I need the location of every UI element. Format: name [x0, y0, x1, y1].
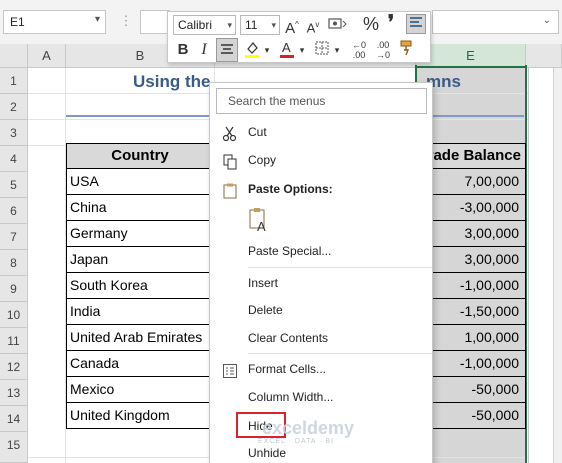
menu-item-label: Format Cells...: [248, 362, 327, 376]
bold-icon[interactable]: B: [174, 40, 192, 60]
row-header-6[interactable]: 6: [0, 198, 28, 224]
wrap-text-icon[interactable]: [406, 14, 426, 34]
chevron-down-icon[interactable]: ▾: [297, 40, 307, 60]
font-color-icon[interactable]: A: [278, 40, 296, 60]
context-menu: Search the menus Cut Copy Paste Options:…: [209, 82, 433, 463]
menu-item-paste-special[interactable]: Paste Special...: [210, 238, 432, 264]
menu-item-label: Clear Contents: [248, 331, 329, 345]
country-cell[interactable]: Mexico: [66, 377, 214, 403]
menu-item-copy[interactable]: Copy: [210, 147, 432, 173]
formula-input[interactable]: ⌄: [432, 10, 559, 34]
country-cell[interactable]: USA: [66, 169, 214, 195]
row-header-15[interactable]: 15: [0, 432, 28, 463]
chevron-down-icon[interactable]: ▾: [95, 14, 100, 25]
row-header-8[interactable]: 8: [0, 250, 28, 276]
font-size-value: 11: [245, 18, 258, 32]
font-name-box[interactable]: Calibri ▾: [173, 15, 236, 35]
country-cell[interactable]: South Korea: [66, 273, 214, 299]
svg-text:A: A: [257, 219, 266, 233]
copy-icon: [222, 153, 238, 170]
paste-options-label: Paste Options:: [248, 182, 333, 196]
fx-button[interactable]: [140, 10, 170, 34]
scissors-icon: [222, 125, 238, 142]
paste-button[interactable]: A: [210, 205, 432, 235]
italic-icon[interactable]: I: [196, 40, 212, 60]
comma-style-icon[interactable]: ❜: [384, 13, 398, 33]
search-menus-placeholder: Search the menus: [228, 94, 326, 108]
row-header-2[interactable]: 2: [0, 94, 28, 120]
format-painter-icon[interactable]: [397, 40, 415, 60]
row-header-11[interactable]: 11: [0, 328, 28, 354]
menu-item-label: Delete: [248, 303, 283, 317]
menu-separator: [248, 267, 432, 268]
column-header-blank: [526, 44, 562, 68]
chevron-down-icon[interactable]: ▾: [332, 40, 342, 60]
row-header-13[interactable]: 13: [0, 380, 28, 406]
country-cell[interactable]: Canada: [66, 351, 214, 377]
center-align-icon[interactable]: [216, 38, 238, 62]
name-box-value: E1: [10, 15, 25, 29]
watermark-tagline: EXCEL · DATA · BI: [258, 438, 334, 445]
country-cell[interactable]: United Kingdom: [66, 403, 214, 429]
watermark-logo: exceldemy: [262, 418, 355, 438]
select-all-corner[interactable]: [0, 44, 28, 68]
accounting-format-icon[interactable]: [326, 15, 350, 35]
row-header-5[interactable]: 5: [0, 172, 28, 198]
percent-style-icon[interactable]: %: [362, 14, 380, 34]
country-cell[interactable]: United Arab Emirates: [66, 325, 214, 351]
menu-item-label: Paste Special...: [248, 244, 332, 258]
country-cell[interactable]: India: [66, 299, 214, 325]
paste-icon: A: [248, 207, 270, 234]
clipboard-icon: [222, 182, 238, 199]
menu-item-clear-contents[interactable]: Clear Contents: [210, 325, 432, 351]
menu-item-label: Insert: [248, 276, 279, 290]
menu-item-label: Cut: [248, 125, 267, 139]
row-header-14[interactable]: 14: [0, 406, 28, 432]
name-box[interactable]: E1 ▾: [3, 10, 106, 34]
increase-font-icon[interactable]: A^: [283, 15, 301, 37]
decrease-font-icon[interactable]: Av: [304, 15, 322, 35]
font-name-value: Calibri: [178, 18, 213, 32]
menu-separator: [248, 353, 432, 354]
sheet-title-left: Using the: [133, 72, 211, 91]
chevron-down-icon[interactable]: ▾: [227, 16, 232, 34]
menu-item-label: Column Width...: [248, 390, 334, 404]
menu-item-label: Copy: [248, 153, 277, 167]
paste-options-heading: Paste Options:: [210, 176, 432, 202]
search-menus-input[interactable]: Search the menus: [216, 88, 427, 114]
chevron-down-icon[interactable]: ▾: [262, 40, 272, 60]
menu-item-column-width[interactable]: Column Width...: [210, 384, 432, 410]
column-header-a[interactable]: A: [28, 44, 66, 68]
increase-decimal-icon[interactable]: ←0.00: [348, 40, 370, 60]
vertical-scrollbar[interactable]: [553, 68, 562, 463]
row-header-12[interactable]: 12: [0, 354, 28, 380]
row-header-1[interactable]: 1: [0, 68, 28, 94]
borders-icon[interactable]: [313, 40, 331, 60]
svg-text:A: A: [282, 40, 291, 55]
menu-item-insert[interactable]: Insert: [210, 270, 432, 296]
decrease-decimal-icon[interactable]: .00 →0: [372, 40, 394, 60]
mini-toolbar: Calibri ▾ 11 ▾ A^ Av % ❜ B I ▾ A ▾ ▾ ←0.…: [167, 11, 431, 63]
menu-item-delete[interactable]: Delete: [210, 297, 432, 323]
chevron-down-icon[interactable]: ▾: [271, 16, 276, 34]
country-cell[interactable]: Japan: [66, 247, 214, 273]
country-cell[interactable]: Germany: [66, 221, 214, 247]
more-icon[interactable]: ⋮: [118, 10, 134, 34]
header-country[interactable]: Country: [66, 143, 214, 169]
country-cell[interactable]: China: [66, 195, 214, 221]
menu-item-cut[interactable]: Cut: [210, 119, 432, 145]
row-header-9[interactable]: 9: [0, 276, 28, 302]
row-header-3[interactable]: 3: [0, 120, 28, 146]
menu-item-format-cells[interactable]: Format Cells...: [210, 356, 432, 382]
row-header-7[interactable]: 7: [0, 224, 28, 250]
row-header-4[interactable]: 4: [0, 146, 28, 172]
expand-formula-icon[interactable]: ⌄: [543, 15, 551, 26]
fill-color-icon[interactable]: [243, 40, 261, 60]
font-size-box[interactable]: 11 ▾: [240, 15, 280, 35]
format-cells-icon: [222, 362, 238, 378]
row-header-10[interactable]: 10: [0, 302, 28, 328]
